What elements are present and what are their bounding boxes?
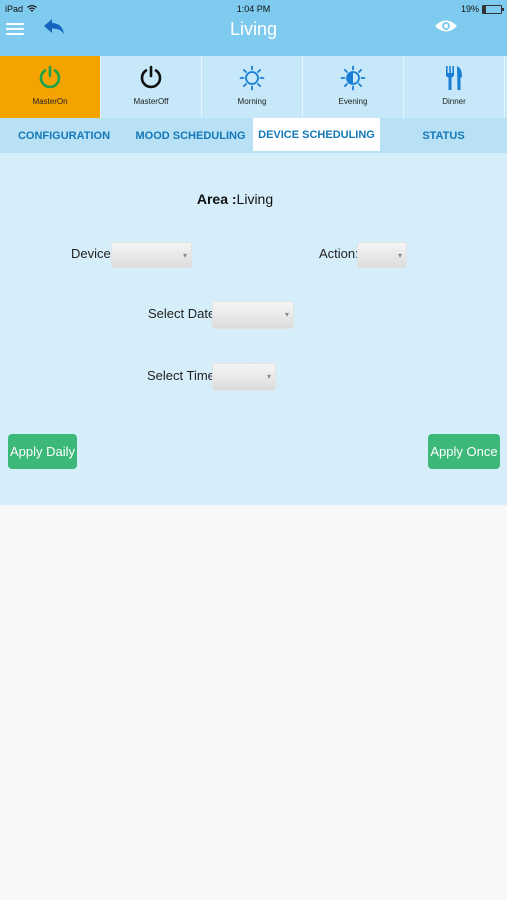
battery-icon — [482, 4, 504, 14]
mood-label: Morning — [237, 97, 267, 106]
tab-configuration[interactable]: CONFIGURATION — [0, 118, 128, 153]
date-dropdown[interactable]: ▾ — [212, 301, 294, 329]
fork-knife-icon — [446, 66, 462, 90]
area-value: Living — [236, 191, 274, 207]
time-dropdown[interactable]: ▾ — [212, 363, 276, 391]
power-icon — [140, 65, 162, 89]
mood-label: Evening — [338, 97, 368, 106]
device-scheduling-panel: Area :Living Device: ▾ Action: ▾ Select … — [0, 153, 507, 505]
select-time-label: Select Time: — [147, 368, 219, 383]
tab-mood-scheduling[interactable]: MOOD SCHEDULING — [128, 118, 253, 153]
tab-status[interactable]: STATUS — [380, 118, 507, 153]
mood-masteroff[interactable]: MasterOff — [101, 56, 202, 118]
select-date-label: Select Date: — [148, 306, 219, 321]
tab-device-scheduling[interactable]: DEVICE SCHEDULING — [253, 118, 380, 153]
mood-label: MasterOn — [32, 97, 68, 106]
status-time: 1:04 PM — [236, 4, 271, 14]
power-icon — [39, 65, 61, 89]
mood-label: MasterOff — [133, 97, 169, 106]
area-label: Area : — [196, 191, 237, 207]
device-label: Device: — [71, 246, 115, 261]
action-label: Action: — [319, 246, 359, 261]
eye-icon[interactable] — [434, 17, 458, 35]
chevron-down-icon: ▾ — [397, 251, 402, 260]
device-dropdown[interactable]: ▾ — [111, 242, 192, 268]
apply-once-button[interactable]: Apply Once — [428, 434, 500, 469]
chevron-down-icon: ▾ — [284, 310, 289, 319]
sun-icon — [239, 65, 265, 91]
sun-half-icon — [340, 65, 366, 91]
mood-label: Dinner — [442, 97, 466, 106]
status-bar: iPad 1:04 PM 19% — [0, 0, 507, 18]
area-heading: Area :Living — [0, 191, 470, 207]
battery-percent: 19% — [460, 4, 479, 14]
mood-dinner[interactable]: Dinner — [404, 56, 505, 118]
mood-bar: MasterOn MasterOff Morning Evening Dinne… — [0, 56, 507, 118]
mood-morning[interactable]: Morning — [202, 56, 303, 118]
status-right: 19% — [460, 4, 504, 14]
mood-masteron[interactable]: MasterOn — [0, 56, 101, 118]
page-title: Living — [229, 19, 278, 39]
action-dropdown[interactable]: ▾ — [357, 242, 407, 268]
chevron-down-icon: ▾ — [182, 251, 187, 260]
mood-evening[interactable]: Evening — [303, 56, 404, 118]
tab-bar: CONFIGURATION MOOD SCHEDULING DEVICE SCH… — [0, 118, 507, 153]
chevron-down-icon: ▾ — [266, 372, 271, 381]
app-header: iPad 1:04 PM 19% Living — [0, 0, 507, 56]
apply-daily-button[interactable]: Apply Daily — [8, 434, 77, 469]
